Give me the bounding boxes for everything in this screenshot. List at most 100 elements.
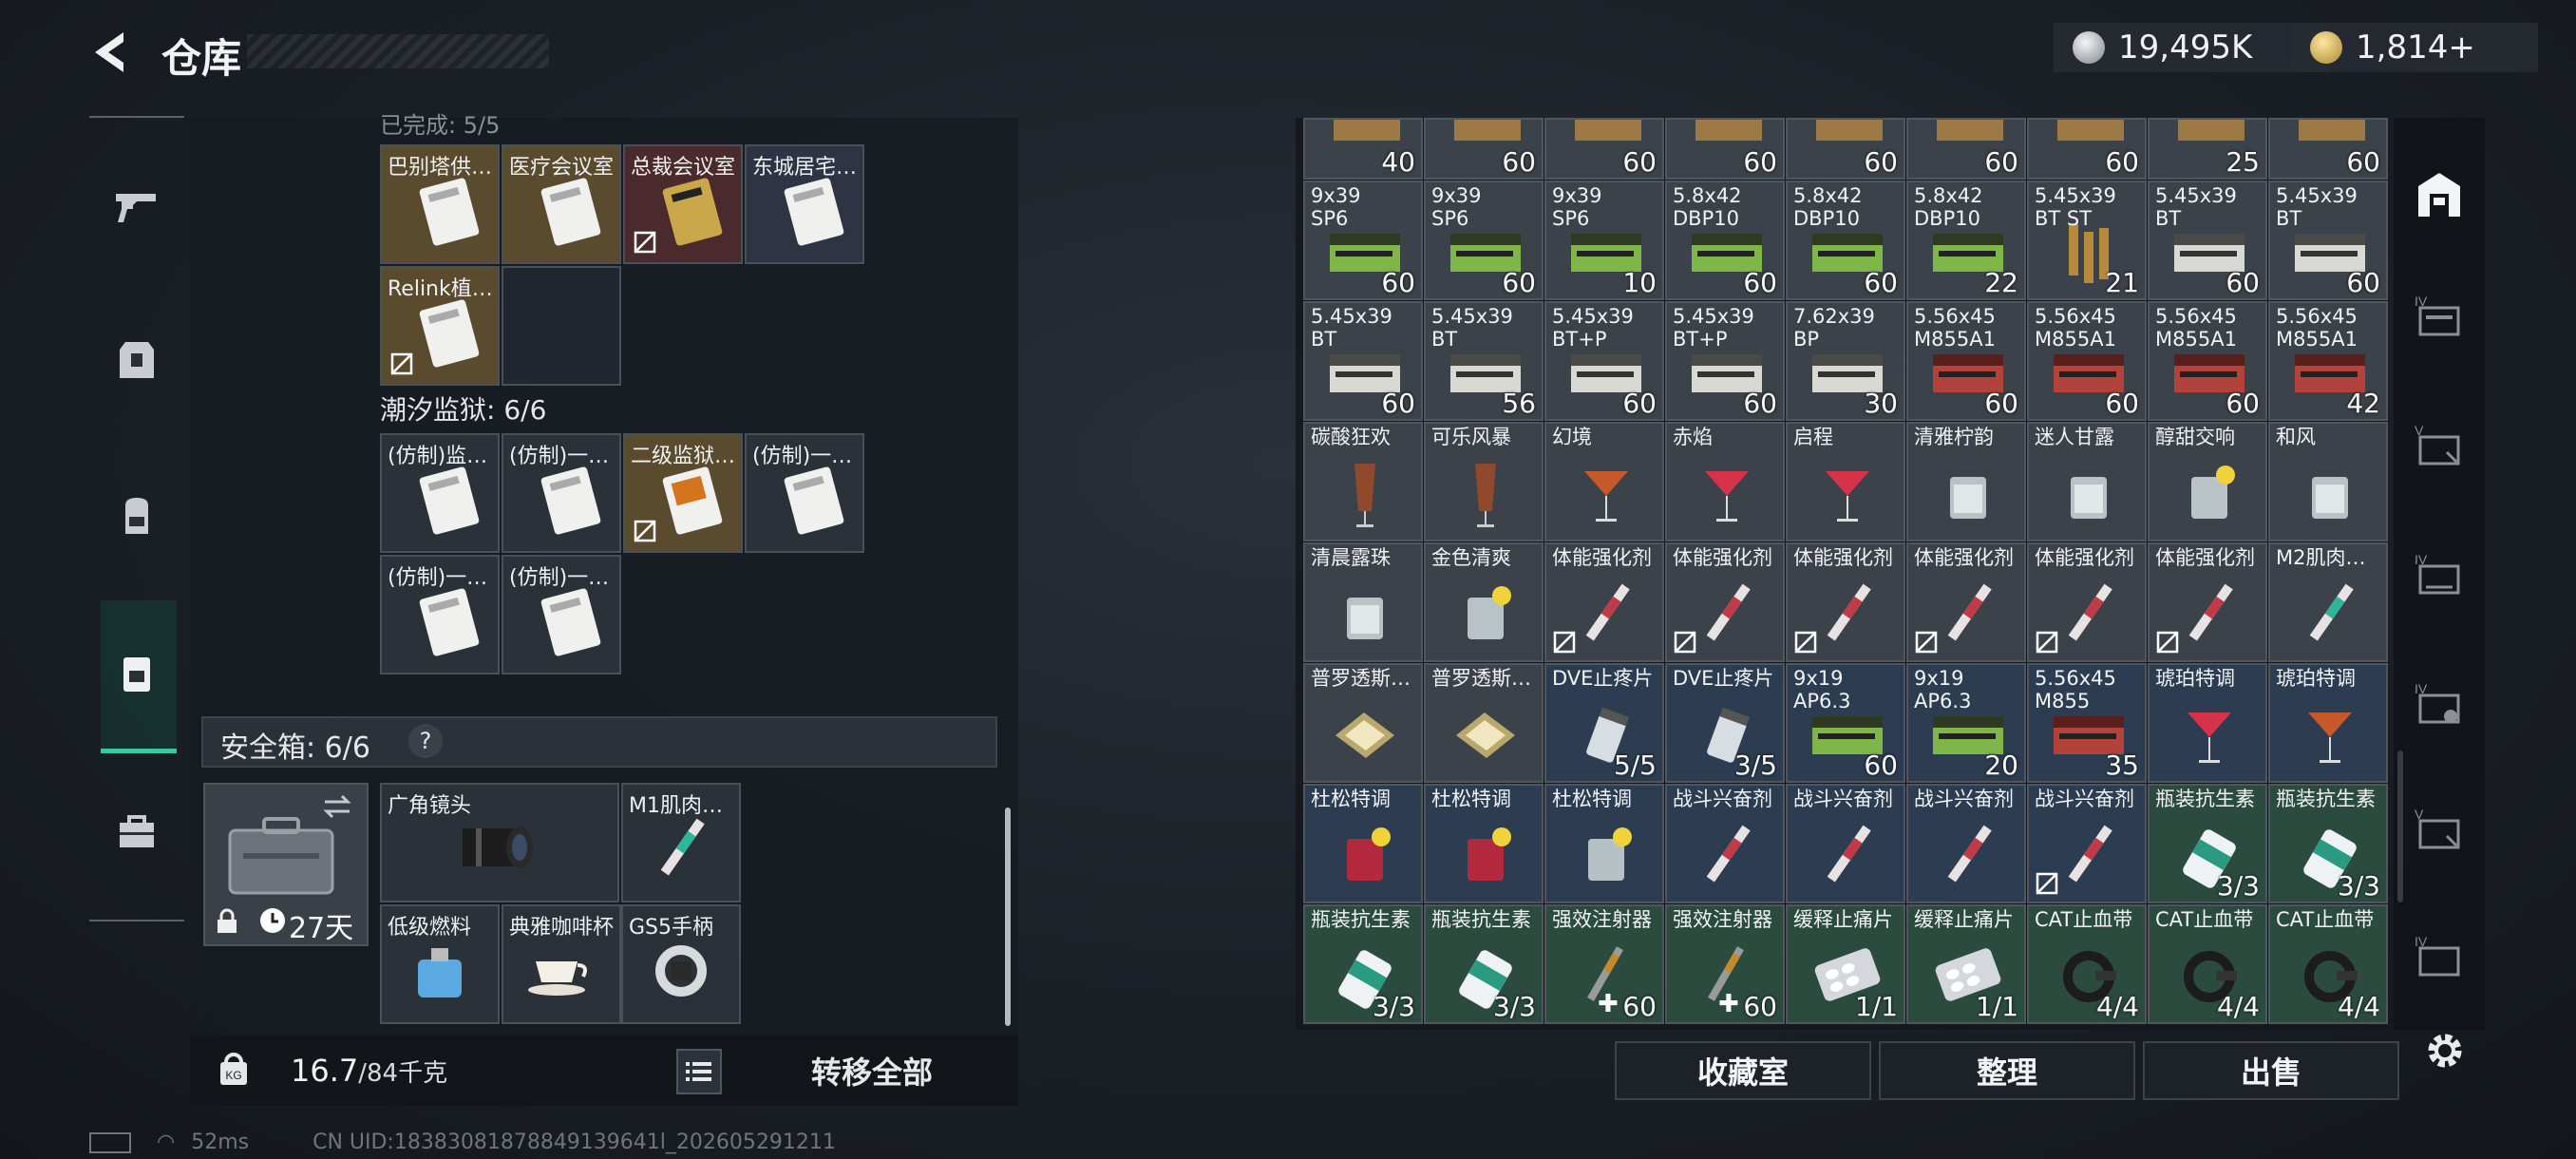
warehouse-item-slot[interactable]: M2肌肉… <box>2268 542 2388 662</box>
warehouse-item-slot[interactable]: 7.62x39 BP 30 <box>1786 301 1905 421</box>
warehouse-item-slot[interactable]: 体能强化剂 <box>2148 542 2267 662</box>
warehouse-item-slot[interactable]: 可乐风暴 <box>1424 422 1544 542</box>
warehouse-item-slot[interactable]: CAT止血带 4/4 <box>2027 904 2147 1024</box>
warehouse-item-slot[interactable]: 琥珀特调 <box>2148 663 2267 783</box>
collection-room-button[interactable]: 收藏室 <box>1615 1041 1871 1100</box>
warehouse-item-slot[interactable]: 25 <box>2148 118 2267 180</box>
warehouse-item-slot[interactable]: 金色清爽 <box>1424 542 1544 662</box>
warehouse-item-slot[interactable]: 普罗透斯… <box>1424 663 1544 783</box>
warehouse-item-slot[interactable]: 60 <box>1906 118 2026 180</box>
warehouse-item-slot[interactable]: 60 <box>1665 118 1785 180</box>
warehouse-item-slot[interactable]: 9x39 SP6 60 <box>1424 180 1544 300</box>
warehouse-item-slot[interactable]: DVE止疼片 3/5 <box>1665 663 1785 783</box>
warehouse-item-slot[interactable]: 战斗兴奋剂 <box>1665 784 1785 903</box>
safebox-item-slot[interactable]: 广角镜头 <box>380 783 619 902</box>
warehouse-item-slot[interactable]: 5.45x39 BT 60 <box>1303 301 1423 421</box>
warehouse-item-slot[interactable]: 清晨露珠 <box>1303 542 1423 662</box>
storage-tier4d-icon[interactable]: IV <box>2413 931 2466 984</box>
help-button[interactable]: ? <box>408 724 443 758</box>
nav-tab-armor[interactable] <box>89 304 184 418</box>
keycard-slot[interactable]: (仿制)一… <box>502 433 621 553</box>
transfer-all-button[interactable]: 转移全部 <box>748 1041 995 1100</box>
list-view-button[interactable] <box>676 1049 722 1094</box>
warehouse-item-slot[interactable]: 9x39 SP6 60 <box>1303 180 1423 300</box>
warehouse-item-slot[interactable]: 5.56x45 M855A1 60 <box>1906 301 2026 421</box>
warehouse-item-slot[interactable]: 体能强化剂 <box>1665 542 1785 662</box>
warehouse-item-slot[interactable]: 体能强化剂 <box>1786 542 1905 662</box>
keycard-slot[interactable]: 东城居宅… <box>745 144 864 264</box>
storage-tier5-icon[interactable]: V <box>2413 420 2466 473</box>
warehouse-item-slot[interactable]: 启程 <box>1786 422 1905 542</box>
storage-tier4c-icon[interactable]: IV <box>2413 678 2466 732</box>
warehouse-item-slot[interactable]: 琥珀特调 <box>2268 663 2388 783</box>
warehouse-item-slot[interactable]: CAT止血带 4/4 <box>2148 904 2267 1024</box>
warehouse-item-slot[interactable]: 醇甜交响 <box>2148 422 2267 542</box>
warehouse-item-slot[interactable]: 清雅柠韵 <box>1906 422 2026 542</box>
warehouse-item-slot[interactable]: 缓释止痛片 1/1 <box>1786 904 1905 1024</box>
warehouse-item-slot[interactable]: 5.45x39 BT 60 <box>2268 180 2388 300</box>
warehouse-item-slot[interactable]: 5.45x39 BT+P 60 <box>1544 301 1664 421</box>
warehouse-item-slot[interactable]: 战斗兴奋剂 <box>1906 784 2026 903</box>
warehouse-item-slot[interactable]: 体能强化剂 <box>1906 542 2026 662</box>
warehouse-item-slot[interactable]: 5.56x45 M855 35 <box>2027 663 2147 783</box>
warehouse-item-slot[interactable]: 60 <box>1786 118 1905 180</box>
nav-tab-safebox[interactable] <box>89 618 184 732</box>
keycard-slot[interactable]: 巴别塔供… <box>380 144 500 264</box>
warehouse-item-slot[interactable]: 5.45x39 BT+P 60 <box>1665 301 1785 421</box>
keycard-slot[interactable]: (仿制)一… <box>380 555 500 674</box>
warehouse-item-slot[interactable]: 5.8x42 DBP10 22 <box>1906 180 2026 300</box>
warehouse-item-slot[interactable]: 60 <box>1424 118 1544 180</box>
warehouse-item-slot[interactable]: 9x19 AP6.3 60 <box>1786 663 1905 783</box>
swap-icon[interactable] <box>321 792 353 821</box>
warehouse-item-slot[interactable]: 迷人甘露 <box>2027 422 2147 542</box>
warehouse-item-slot[interactable]: 幻境 <box>1544 422 1664 542</box>
warehouse-item-slot[interactable]: 战斗兴奋剂 <box>1786 784 1905 903</box>
back-arrow-icon[interactable] <box>87 28 135 76</box>
warehouse-item-slot[interactable]: 5.56x45 M855A1 42 <box>2268 301 2388 421</box>
keycard-slot[interactable]: (仿制)监… <box>380 433 500 553</box>
warehouse-item-slot[interactable]: 战斗兴奋剂 <box>2027 784 2147 903</box>
warehouse-item-slot[interactable]: 强效注射器 60 ✚ <box>1665 904 1785 1024</box>
warehouse-item-slot[interactable]: 碳酸狂欢 <box>1303 422 1423 542</box>
keycard-slot[interactable]: 二级监狱… <box>623 433 743 553</box>
warehouse-item-slot[interactable]: 和风 <box>2268 422 2388 542</box>
nav-tab-weapons[interactable] <box>89 148 184 262</box>
warehouse-item-slot[interactable]: 60 <box>1544 118 1664 180</box>
warehouse-icon[interactable] <box>2413 167 2466 220</box>
keycard-slot[interactable]: 医疗会议室 <box>502 144 621 264</box>
warehouse-item-slot[interactable]: 5.56x45 M855A1 60 <box>2027 301 2147 421</box>
warehouse-item-slot[interactable]: 杜松特调 <box>1544 784 1664 903</box>
warehouse-item-slot[interactable]: 体能强化剂 <box>1544 542 1664 662</box>
warehouse-item-slot[interactable]: 缓释止痛片 1/1 <box>1906 904 2026 1024</box>
warehouse-item-slot[interactable]: 40 <box>1303 118 1423 180</box>
safebox-item-slot[interactable]: GS5手柄 <box>621 904 741 1024</box>
scrollbar[interactable] <box>1005 808 1011 1026</box>
nav-tab-backpack[interactable] <box>89 460 184 574</box>
keycard-slot[interactable]: (仿制)一… <box>745 433 864 553</box>
warehouse-item-slot[interactable]: 5.45x39 BT 60 <box>2148 180 2267 300</box>
warehouse-item-slot[interactable]: 体能强化剂 <box>2027 542 2147 662</box>
warehouse-item-slot[interactable]: 赤焰 <box>1665 422 1785 542</box>
warehouse-item-slot[interactable]: 瓶装抗生素 3/3 <box>1424 904 1544 1024</box>
storage-tier4b-icon[interactable]: IV <box>2413 549 2466 602</box>
keycard-slot[interactable]: 总裁会议室 <box>623 144 743 264</box>
warehouse-item-slot[interactable]: 强效注射器 60 ✚ <box>1544 904 1664 1024</box>
warehouse-item-slot[interactable]: 瓶装抗生素 3/3 <box>1303 904 1423 1024</box>
empty-slot[interactable] <box>502 266 621 386</box>
storage-tier5b-icon[interactable]: V <box>2413 804 2466 857</box>
storage-tier4-icon[interactable]: IV <box>2413 291 2466 344</box>
keycard-slot[interactable]: Relink植… <box>380 266 500 386</box>
sort-button[interactable]: 整理 <box>1879 1041 2135 1100</box>
keycard-slot[interactable]: (仿制)一… <box>502 555 621 674</box>
warehouse-item-slot[interactable]: DVE止疼片 5/5 <box>1544 663 1664 783</box>
warehouse-item-slot[interactable]: 5.45x39 BT 56 <box>1424 301 1544 421</box>
warehouse-item-slot[interactable]: 瓶装抗生素 3/3 <box>2268 784 2388 903</box>
warehouse-item-slot[interactable]: 杜松特调 <box>1303 784 1423 903</box>
warehouse-item-slot[interactable]: 60 <box>2268 118 2388 180</box>
safebox-item-slot[interactable]: 典雅咖啡杯 <box>502 904 621 1024</box>
warehouse-item-slot[interactable]: 普罗透斯… <box>1303 663 1423 783</box>
safebox-item-slot[interactable]: M1肌肉… <box>621 783 741 902</box>
warehouse-item-slot[interactable]: 5.56x45 M855A1 60 <box>2148 301 2267 421</box>
warehouse-item-slot[interactable]: 60 <box>2027 118 2147 180</box>
gear-icon[interactable] <box>2420 1026 2470 1075</box>
